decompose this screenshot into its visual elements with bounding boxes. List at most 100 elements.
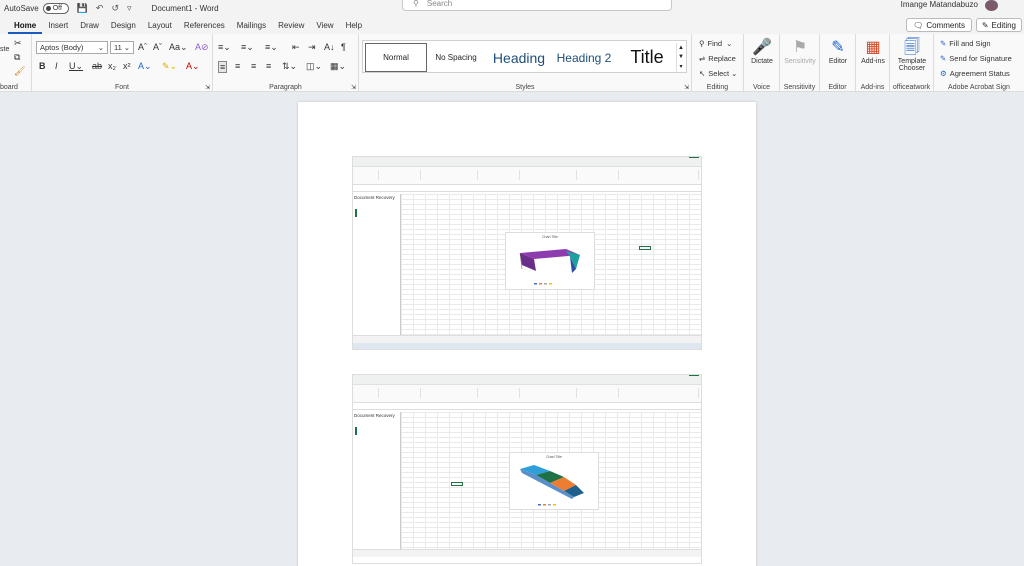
chevron-down-icon[interactable]: ▼ <box>678 54 684 60</box>
pilcrow-icon[interactable]: ¶ <box>341 42 346 52</box>
line-spacing-icon[interactable]: ⇅⌄ <box>282 61 297 72</box>
replace-icon: ⇌ <box>699 54 706 63</box>
find-button[interactable]: ⚲ Find ⌄ <box>699 39 732 48</box>
sensitivity-button[interactable]: ⚑ Sensitivity <box>781 38 819 65</box>
styles-launcher-icon[interactable]: ⇲ <box>684 84 689 91</box>
search-input[interactable]: ⚲ Search <box>402 0 672 11</box>
strikethrough-icon[interactable]: ab <box>92 61 102 71</box>
bullets-icon[interactable]: ≡⌄ <box>218 42 231 53</box>
more-styles-icon[interactable]: ▾ <box>679 63 682 70</box>
template-chooser-button[interactable]: 🗐 Template Chooser <box>892 38 932 72</box>
shrink-font-icon[interactable]: Aˇ <box>153 42 162 52</box>
fill-and-sign-button[interactable]: ✎ Fill and Sign <box>940 39 991 48</box>
align-right-icon[interactable]: ≡ <box>251 61 256 71</box>
cut-icon[interactable]: ✂ <box>14 38 22 49</box>
decrease-indent-icon[interactable]: ⇤ <box>292 42 300 53</box>
paragraph-launcher-icon[interactable]: ⇲ <box>351 84 356 91</box>
style-normal[interactable]: Normal <box>365 43 427 72</box>
group-editor: ✎ Editor Editor <box>820 34 856 92</box>
editor-button[interactable]: ✎ Editor <box>823 38 853 65</box>
editing-label: Editing <box>991 20 1016 30</box>
tab-layout[interactable]: Layout <box>142 17 178 34</box>
tab-mailings[interactable]: Mailings <box>231 17 272 34</box>
excel-ribbon-group <box>621 170 699 180</box>
sort-icon[interactable]: A↓ <box>324 42 335 52</box>
font-color-icon[interactable]: A⌄ <box>186 61 200 72</box>
tab-draw[interactable]: Draw <box>74 17 105 34</box>
document-recovery-title: Document Recovery <box>354 195 395 200</box>
surface-chart-graphic <box>520 465 584 506</box>
justify-icon[interactable]: ≡ <box>266 61 271 71</box>
group-clipboard: ste ✂ ⧉ 🖌 board <box>0 34 32 92</box>
embedded-excel-screenshot-2[interactable]: Document Recovery Chart Title <box>352 374 702 564</box>
editing-mode-button[interactable]: ✎ Editing <box>975 18 1022 32</box>
embedded-excel-screenshot-1[interactable]: Document Recovery Chart Title <box>352 156 702 350</box>
change-case-icon[interactable]: Aa⌄ <box>169 42 188 53</box>
redo-icon[interactable]: ↺ <box>111 3 119 14</box>
style-heading-2[interactable]: Heading 2 <box>556 43 612 72</box>
dictate-button[interactable]: 🎤 Dictate <box>748 38 776 65</box>
styles-scroll[interactable]: ▲ ▼ ▾ <box>676 43 685 72</box>
surface-chart-graphic <box>519 249 580 285</box>
addins-group-label: Add-ins <box>860 84 885 91</box>
tab-help[interactable]: Help <box>340 17 368 34</box>
align-left-icon[interactable]: ≡ <box>218 61 228 73</box>
save-icon[interactable]: 💾 <box>77 3 88 14</box>
replace-button[interactable]: ⇌ Replace <box>699 54 736 63</box>
style-no-spacing[interactable]: No Spacing <box>431 43 481 72</box>
text-effects-icon[interactable]: A⌄ <box>138 61 152 72</box>
align-center-icon[interactable]: ≡ <box>235 61 240 71</box>
multilevel-list-icon[interactable]: ≡⌄ <box>265 42 278 53</box>
copy-icon[interactable]: ⧉ <box>14 52 20 63</box>
grow-font-icon[interactable]: Aˆ <box>138 42 147 52</box>
avatar[interactable] <box>985 0 998 11</box>
tab-home[interactable]: Home <box>8 17 43 34</box>
numbering-icon[interactable]: ≡⌄ <box>241 42 254 53</box>
font-size-select[interactable]: 11 ⌄ <box>110 41 134 54</box>
excel-share-button <box>689 157 699 158</box>
tab-insert[interactable]: Insert <box>42 17 74 34</box>
tab-references[interactable]: References <box>178 17 231 34</box>
highlight-icon[interactable]: ✎⌄ <box>162 61 177 72</box>
tab-review[interactable]: Review <box>272 17 310 34</box>
send-for-signature-button[interactable]: ✎ Send for Signature <box>940 54 1012 63</box>
group-voice: 🎤 Dictate Voice <box>744 34 780 92</box>
format-painter-icon[interactable]: 🖌 <box>14 66 25 77</box>
clear-formatting-icon[interactable]: A⊘ <box>195 42 209 53</box>
sensitivity-icon: ⚑ <box>792 39 808 56</box>
paste-label[interactable]: ste <box>0 46 9 53</box>
group-addins: ▦ Add-ins Add-ins <box>856 34 890 92</box>
shading-icon[interactable]: ◫⌄ <box>306 61 322 72</box>
bold-icon[interactable]: B <box>39 61 46 71</box>
font-launcher-icon[interactable]: ⇲ <box>205 84 210 91</box>
select-button[interactable]: ↖ Select ⌄ <box>699 69 737 78</box>
increase-indent-icon[interactable]: ⇥ <box>308 42 316 53</box>
italic-icon[interactable]: I <box>55 61 58 71</box>
excel-ribbon-group <box>621 388 699 398</box>
undo-icon[interactable]: ↶ <box>96 3 104 14</box>
comments-button[interactable]: 🗨 Comments <box>906 18 972 32</box>
excel-body: Document Recovery Chart Title <box>353 194 701 335</box>
document-page[interactable]: Document Recovery Chart Title Document R… <box>298 102 756 566</box>
superscript-icon[interactable]: x² <box>123 61 131 71</box>
font-family-select[interactable]: Aptos (Body) ⌄ <box>36 41 108 54</box>
style-heading[interactable]: Heading <box>487 43 551 72</box>
customize-qat-icon[interactable]: ▿ <box>127 3 132 14</box>
send-signature-icon: ✎ <box>940 54 947 63</box>
underline-icon[interactable]: U⌄ <box>69 61 83 72</box>
chevron-down-icon: ⌄ <box>123 43 130 52</box>
chevron-up-icon[interactable]: ▲ <box>678 45 684 51</box>
tab-design[interactable]: Design <box>105 17 142 34</box>
autosave-toggle[interactable]: Off <box>42 3 69 14</box>
agreement-status-label: Agreement Status <box>949 69 1010 78</box>
subscript-icon[interactable]: x₂ <box>108 61 116 71</box>
tab-view[interactable]: View <box>310 17 339 34</box>
addins-button[interactable]: ▦ Add-ins <box>858 38 888 65</box>
borders-icon[interactable]: ▦⌄ <box>330 61 346 72</box>
style-title[interactable]: Title <box>621 43 673 72</box>
excel-ribbon-group <box>423 170 478 180</box>
document-recovery-panel: Document Recovery <box>353 194 401 335</box>
search-icon: ⚲ <box>413 0 419 8</box>
user-name[interactable]: Imange Matandabuzo <box>901 0 978 9</box>
agreement-status-button[interactable]: ⚙ Agreement Status <box>940 69 1010 78</box>
